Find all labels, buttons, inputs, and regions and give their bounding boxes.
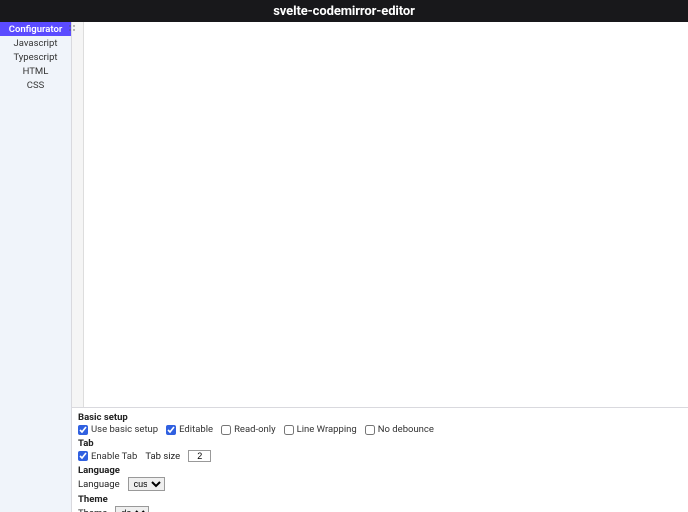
- editor-gutter: [72, 22, 84, 407]
- sidebar-item-css[interactable]: CSS: [0, 78, 71, 92]
- row-language: Language custom: [78, 477, 684, 491]
- checkbox-editable[interactable]: Editable: [166, 424, 213, 435]
- input-tab-size[interactable]: [188, 450, 211, 462]
- sidebar-item-label: HTML: [23, 66, 49, 77]
- checkbox-use-basic-setup[interactable]: Use basic setup: [78, 424, 158, 435]
- select-language[interactable]: custom: [128, 477, 165, 491]
- checkbox-no-debounce[interactable]: No debounce: [365, 424, 434, 435]
- sidebar-item-label: CSS: [27, 80, 44, 91]
- section-theme: Theme: [78, 494, 684, 505]
- main: Configurator Javascript Typescript HTML …: [0, 22, 688, 512]
- sidebar-item-html[interactable]: HTML: [0, 64, 71, 78]
- checkbox-input[interactable]: [166, 425, 176, 435]
- checkbox-label: No debounce: [378, 424, 434, 435]
- checkbox-input[interactable]: [365, 425, 375, 435]
- checkbox-input[interactable]: [78, 425, 88, 435]
- drag-handle-icon: [68, 24, 76, 32]
- section-tab: Tab: [78, 438, 684, 449]
- sidebar-item-label: Typescript: [13, 52, 57, 63]
- checkbox-label: Use basic setup: [91, 424, 158, 435]
- config-panel: Basic setup Use basic setup Editable Rea…: [72, 407, 688, 512]
- section-language: Language: [78, 465, 684, 476]
- checkbox-input[interactable]: [284, 425, 294, 435]
- checkbox-label: Enable Tab: [91, 451, 137, 462]
- checkbox-label: Line Wrapping: [297, 424, 357, 435]
- editor-body[interactable]: [84, 22, 688, 407]
- sidebar: Configurator Javascript Typescript HTML …: [0, 22, 72, 512]
- app-header: svelte-codemirror-editor: [0, 0, 688, 22]
- row-basic-setup: Use basic setup Editable Read-only Line …: [78, 424, 684, 435]
- label-tab-size: Tab size: [145, 451, 180, 462]
- content: Basic setup Use basic setup Editable Rea…: [72, 22, 688, 512]
- checkbox-line-wrapping[interactable]: Line Wrapping: [284, 424, 357, 435]
- select-theme[interactable]: default: [115, 506, 149, 512]
- sidebar-item-typescript[interactable]: Typescript: [0, 50, 71, 64]
- checkbox-label: Read-only: [234, 424, 276, 435]
- checkbox-label: Editable: [179, 424, 213, 435]
- sidebar-item-label: Javascript: [14, 38, 58, 49]
- checkbox-input[interactable]: [78, 451, 88, 461]
- checkbox-input[interactable]: [221, 425, 231, 435]
- app-title: svelte-codemirror-editor: [273, 4, 415, 19]
- sidebar-item-javascript[interactable]: Javascript: [0, 36, 71, 50]
- checkbox-enable-tab[interactable]: Enable Tab: [78, 451, 137, 462]
- sidebar-item-configurator[interactable]: Configurator: [0, 22, 71, 36]
- label-language: Language: [78, 479, 120, 490]
- editor-area[interactable]: [72, 22, 688, 407]
- sidebar-item-label: Configurator: [9, 24, 63, 35]
- label-theme: Theme: [78, 508, 107, 512]
- checkbox-read-only[interactable]: Read-only: [221, 424, 276, 435]
- row-theme: Theme default: [78, 506, 684, 512]
- row-tab: Enable Tab Tab size: [78, 450, 684, 462]
- section-basic-setup: Basic setup: [78, 412, 684, 423]
